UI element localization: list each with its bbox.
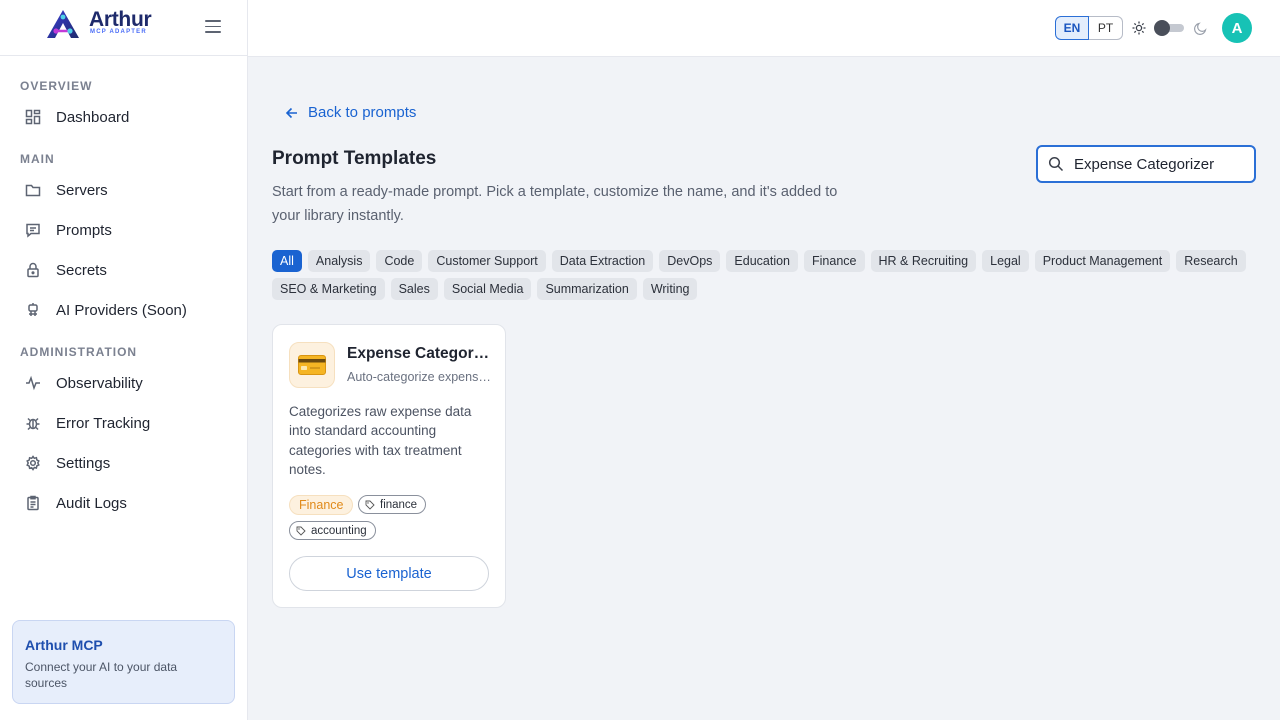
template-subtitle: Auto-categorize expenses — [347, 370, 491, 384]
category-chip-finance[interactable]: Finance — [804, 250, 865, 272]
category-chip-writing[interactable]: Writing — [642, 278, 698, 300]
sidebar-item-servers[interactable]: Servers — [12, 173, 236, 207]
category-chip-customer-support[interactable]: Customer Support — [428, 250, 546, 272]
promo-title: Arthur MCP — [25, 637, 103, 653]
language-en-button[interactable]: EN — [1055, 16, 1089, 40]
search-box — [1036, 145, 1256, 183]
back-to-prompts-link[interactable]: Back to prompts — [284, 104, 416, 121]
tag-finance: finance — [358, 495, 427, 514]
template-title: Expense Categorizer — [347, 345, 491, 362]
category-chip-analysis[interactable]: Analysis — [307, 250, 371, 272]
section-label-main: MAIN — [20, 152, 55, 166]
moon-icon — [1194, 22, 1207, 35]
sidebar-item-label: Audit Logs — [56, 494, 127, 512]
brand-subtitle: MCP ADAPTER — [90, 29, 147, 35]
back-link-label: Back to prompts — [308, 104, 417, 121]
message-icon — [24, 221, 42, 239]
robot-icon — [24, 301, 42, 319]
search-icon — [1048, 156, 1064, 172]
sidebar-item-dashboard[interactable]: Dashboard — [12, 100, 236, 134]
folder-icon — [24, 181, 42, 199]
sidebar-item-secrets[interactable]: Secrets — [12, 253, 236, 287]
category-badge: Finance — [289, 495, 354, 515]
activity-icon — [24, 374, 42, 392]
sidebar-item-label: Secrets — [56, 261, 107, 279]
tag-label: finance — [380, 498, 418, 511]
sidebar-item-label: Settings — [56, 454, 111, 472]
lock-icon — [24, 261, 42, 279]
promo-text: Connect your AI to your data sources — [25, 660, 178, 690]
page-subtitle: Start from a ready-made prompt. Pick a t… — [272, 184, 838, 224]
sun-icon — [1132, 21, 1146, 35]
tag-icon — [296, 526, 306, 536]
sidebar: Arthur MCP ADAPTER OVERVIEW Dashboard MA… — [0, 0, 248, 720]
sidebar-item-error-tracking[interactable]: Error Tracking — [12, 406, 236, 440]
category-chip-social-media[interactable]: Social Media — [443, 278, 532, 300]
category-chip-sales[interactable]: Sales — [390, 278, 438, 300]
bug-icon — [24, 414, 42, 432]
category-chip-seo-marketing[interactable]: SEO & Marketing — [272, 278, 385, 300]
avatar[interactable]: A — [1222, 13, 1252, 43]
category-chip-summarization[interactable]: Summarization — [537, 278, 637, 300]
promo-card: Arthur MCP Connect your AI to your data … — [12, 620, 235, 704]
sidebar-item-label: Prompts — [56, 221, 112, 239]
section-label-administration: ADMINISTRATION — [20, 345, 138, 359]
category-chip-legal[interactable]: Legal — [982, 250, 1029, 272]
sidebar-item-ai-providers[interactable]: AI Providers (Soon) — [12, 293, 236, 327]
arrow-left-icon — [285, 107, 297, 118]
brand-header: Arthur MCP ADAPTER — [0, 0, 247, 56]
menu-toggle-icon[interactable] — [205, 20, 221, 34]
category-chip-product-management[interactable]: Product Management — [1034, 250, 1171, 272]
category-chip-all[interactable]: All — [272, 250, 302, 272]
clipboard-icon — [24, 494, 42, 512]
sidebar-item-label: Dashboard — [56, 108, 130, 126]
sidebar-item-label: Error Tracking — [56, 414, 151, 432]
category-filter: All Analysis Code Customer Support Data … — [272, 250, 1252, 300]
theme-toggle[interactable] — [1154, 20, 1184, 36]
arthur-logo-icon — [47, 10, 79, 38]
category-chip-code[interactable]: Code — [376, 250, 423, 272]
sidebar-item-settings[interactable]: Settings — [12, 446, 236, 480]
category-chip-research[interactable]: Research — [1176, 250, 1246, 272]
template-description: Categorizes raw expense data into standa… — [289, 404, 472, 477]
category-chip-education[interactable]: Education — [726, 250, 799, 272]
sidebar-item-observability[interactable]: Observability — [12, 366, 236, 400]
use-template-button[interactable]: Use template — [289, 556, 489, 591]
search-input[interactable] — [1074, 155, 1244, 173]
sidebar-item-prompts[interactable]: Prompts — [12, 213, 236, 247]
topbar: EN PT A — [248, 0, 1280, 57]
category-chip-hr-recruiting[interactable]: HR & Recruiting — [870, 250, 977, 272]
tag-accounting: accounting — [289, 521, 376, 540]
dashboard-icon — [24, 108, 42, 126]
tag-label: accounting — [311, 524, 367, 537]
sidebar-item-audit-logs[interactable]: Audit Logs — [12, 486, 236, 520]
template-card: Expense Categorizer Auto-categorize expe… — [272, 324, 506, 608]
sidebar-item-label: Servers — [56, 181, 108, 199]
section-label-overview: OVERVIEW — [20, 79, 93, 93]
language-pt-button[interactable]: PT — [1089, 16, 1123, 40]
sidebar-item-label: Observability — [56, 374, 143, 392]
page-title: Prompt Templates — [272, 148, 437, 169]
sidebar-item-label: AI Providers (Soon) — [56, 301, 187, 319]
tag-icon — [365, 500, 375, 510]
credit-card-icon — [289, 342, 335, 388]
language-switcher: EN PT — [1055, 16, 1123, 40]
category-chip-data-extraction[interactable]: Data Extraction — [551, 250, 654, 272]
category-chip-devops[interactable]: DevOps — [659, 250, 721, 272]
gear-icon — [24, 454, 42, 472]
